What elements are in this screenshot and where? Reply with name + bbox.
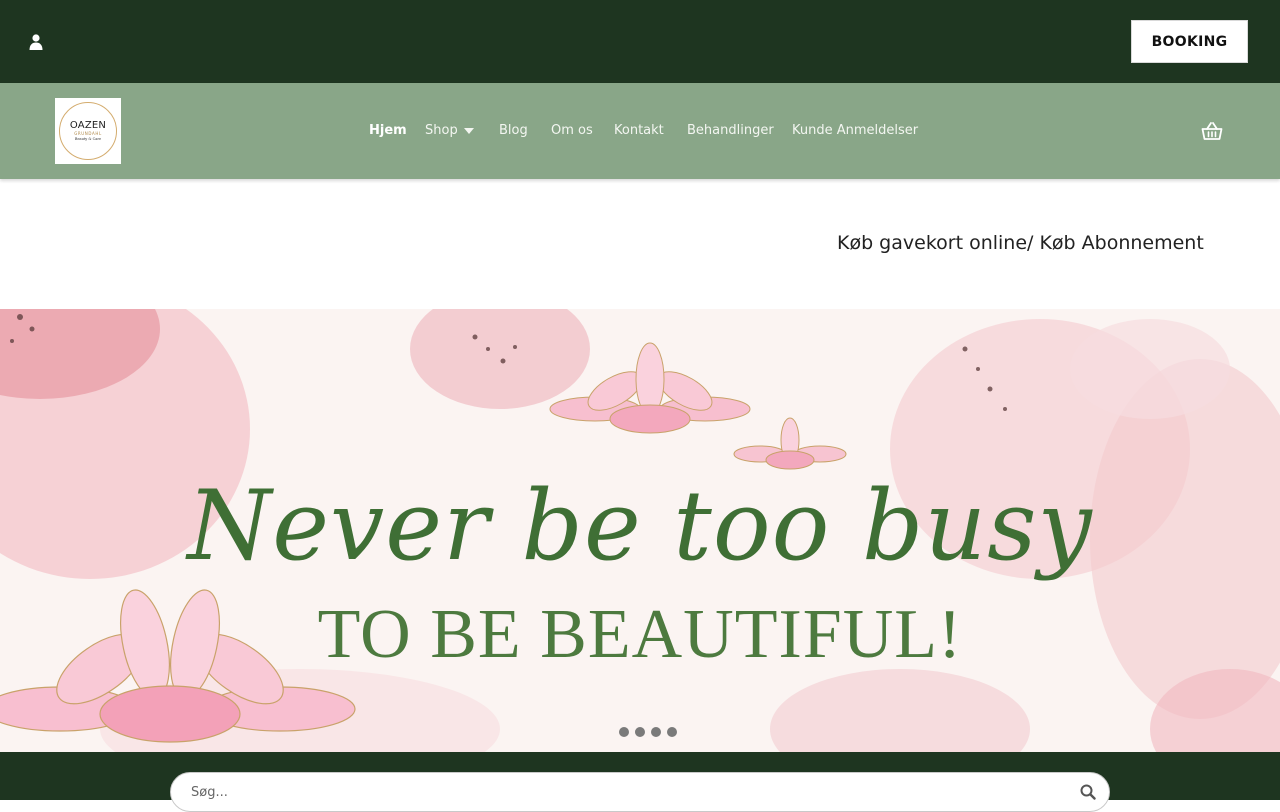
slider-dot[interactable]	[667, 727, 677, 737]
nav-item-label: Kunde Anmeldelser	[792, 123, 919, 138]
nav-item-label: Hjem	[369, 123, 407, 138]
search-box	[170, 772, 1110, 812]
nav-item-hjem[interactable]: Hjem	[369, 123, 407, 138]
gift-card-link[interactable]: Køb gavekort online/ Køb Abonnement	[837, 232, 1204, 254]
nav-item-blog[interactable]: Blog	[499, 123, 528, 138]
search-band	[0, 752, 1280, 812]
hero-headline: Never be too busy	[187, 470, 1093, 582]
nav-item-shop[interactable]: Shop	[425, 123, 474, 138]
user-icon[interactable]	[28, 33, 44, 51]
nav-item-label: Behandlinger	[687, 123, 774, 138]
caret-down-icon	[463, 127, 474, 134]
slider-dot[interactable]	[651, 727, 661, 737]
booking-button[interactable]: BOOKING	[1131, 20, 1248, 63]
nav-item-label: Om os	[551, 123, 593, 138]
nav-item-label: Kontakt	[614, 123, 664, 138]
nav-item-label: Shop	[425, 123, 458, 138]
hero-slider[interactable]: Never be too busy TO BE BEAUTIFUL!	[0, 309, 1280, 752]
basket-icon[interactable]	[1201, 121, 1223, 141]
nav-item-behandlinger[interactable]: Behandlinger	[687, 123, 774, 138]
search-icon[interactable]	[1080, 784, 1096, 800]
slider-dots	[619, 727, 677, 737]
slider-dot[interactable]	[635, 727, 645, 737]
nav-menu: Hjem Shop Blog Om os Kontakt Behandlinge…	[0, 83, 1280, 179]
hero-subline: TO BE BEAUTIFUL!	[317, 596, 963, 673]
nav-item-label: Blog	[499, 123, 528, 138]
lotus-flower-small	[733, 417, 847, 470]
nav-item-om-os[interactable]: Om os	[551, 123, 593, 138]
nav-item-kontakt[interactable]: Kontakt	[614, 123, 664, 138]
search-input[interactable]	[191, 775, 1071, 809]
main-navigation: OAZEN GRUNDAHL Beauty & Care Hjem Shop B…	[0, 83, 1280, 179]
nav-item-kunde-anmeldelser[interactable]: Kunde Anmeldelser	[792, 123, 918, 138]
slider-dot[interactable]	[619, 727, 629, 737]
top-bar: BOOKING	[0, 0, 1280, 83]
